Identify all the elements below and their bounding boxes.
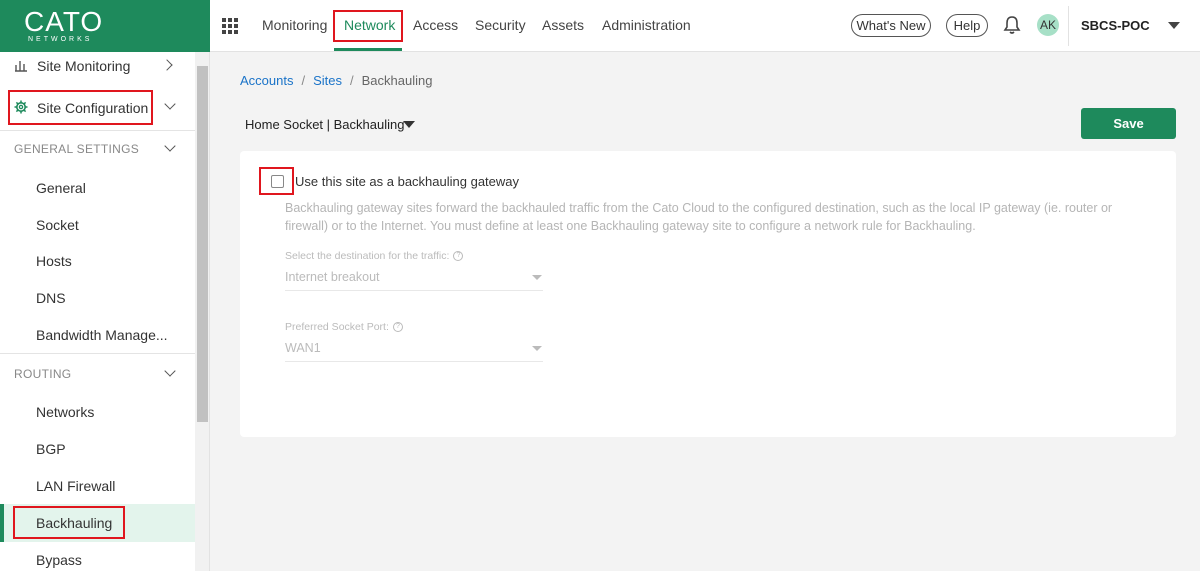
help-circle-icon[interactable]: ? — [453, 251, 464, 262]
nav-active-indicator — [334, 48, 402, 51]
logo-tagline: NETWORKS — [28, 36, 93, 43]
apps-grid-icon[interactable] — [222, 18, 238, 34]
sidebar-item-hosts[interactable]: Hosts — [36, 253, 72, 269]
caret-down-icon[interactable] — [403, 121, 415, 128]
save-button[interactable]: Save — [1081, 108, 1176, 139]
breadcrumb-current: Backhauling — [361, 73, 433, 88]
socket-port-field-label: Preferred Socket Port:? — [285, 321, 403, 333]
destination-field-label: Select the destination for the traffic:? — [285, 250, 464, 262]
app-root: CATO NETWORKS Monitoring Network Access … — [0, 0, 1200, 571]
nav-access[interactable]: Access — [413, 17, 458, 33]
chevron-down-icon[interactable] — [164, 365, 176, 377]
sidebar-scrollbar-thumb[interactable] — [197, 66, 208, 422]
nav-administration[interactable]: Administration — [602, 17, 691, 33]
logo-name: CATO — [24, 6, 104, 37]
socket-port-select[interactable]: WAN1 — [285, 341, 321, 355]
nav-assets[interactable]: Assets — [542, 17, 584, 33]
divider — [0, 130, 195, 131]
destination-select[interactable]: Internet breakout — [285, 270, 380, 284]
section-routing: ROUTING — [14, 367, 72, 381]
divider — [1068, 6, 1069, 46]
sidebar-item-site-monitoring[interactable]: Site Monitoring — [37, 58, 130, 74]
site-selector[interactable]: Home Socket | Backhauling — [245, 117, 404, 132]
account-name[interactable]: SBCS-POC — [1081, 18, 1150, 33]
sidebar-active-indicator — [0, 504, 4, 542]
checkbox-label[interactable]: Use this site as a backhauling gateway — [295, 174, 519, 189]
divider — [0, 353, 195, 354]
highlight-checkbox — [259, 167, 294, 195]
sidebar-item-general[interactable]: General — [36, 180, 86, 196]
chevron-down-icon[interactable] — [164, 98, 176, 110]
backhauling-card — [240, 151, 1176, 437]
sidebar-item-socket[interactable]: Socket — [36, 217, 79, 233]
top-bar: CATO NETWORKS Monitoring Network Access … — [0, 0, 1200, 52]
chevron-right-icon[interactable] — [161, 59, 173, 71]
nav-monitoring[interactable]: Monitoring — [262, 17, 327, 33]
sidebar-item-dns[interactable]: DNS — [36, 290, 66, 306]
dropdown-caret-icon[interactable] — [532, 346, 542, 351]
nav-security[interactable]: Security — [475, 17, 526, 33]
section-general-settings: GENERAL SETTINGS — [14, 142, 140, 156]
sidebar-item-bgp[interactable]: BGP — [36, 441, 66, 457]
field-underline — [285, 290, 543, 291]
sidebar-item-bandwidth-management[interactable]: Bandwidth Manage... — [36, 327, 168, 343]
backhauling-description: Backhauling gateway sites forward the ba… — [285, 201, 1113, 233]
highlight-backhauling — [13, 506, 125, 539]
sidebar-item-bypass[interactable]: Bypass — [36, 552, 82, 568]
breadcrumb-sites[interactable]: Sites — [313, 73, 342, 88]
chevron-down-icon[interactable] — [164, 140, 176, 152]
field-underline — [285, 361, 543, 362]
highlight-site-configuration — [8, 90, 153, 125]
help-button[interactable]: Help — [946, 14, 988, 37]
bell-icon[interactable] — [1003, 15, 1021, 35]
sidebar-item-networks[interactable]: Networks — [36, 404, 94, 420]
help-circle-icon[interactable]: ? — [392, 322, 403, 333]
whats-new-button[interactable]: What's New — [851, 14, 931, 37]
bar-chart-icon — [15, 61, 27, 72]
breadcrumb: Accounts / Sites / Backhauling — [240, 73, 433, 88]
breadcrumb-accounts[interactable]: Accounts — [240, 73, 293, 88]
logo[interactable]: CATO NETWORKS — [0, 0, 210, 52]
sidebar: Site Monitoring Site Configuration GENER… — [0, 52, 195, 571]
dropdown-caret-icon[interactable] — [532, 275, 542, 280]
avatar[interactable]: AK — [1037, 14, 1059, 36]
account-dropdown-icon[interactable] — [1168, 22, 1180, 29]
highlight-network — [333, 10, 403, 42]
sidebar-item-lan-firewall[interactable]: LAN Firewall — [36, 478, 115, 494]
